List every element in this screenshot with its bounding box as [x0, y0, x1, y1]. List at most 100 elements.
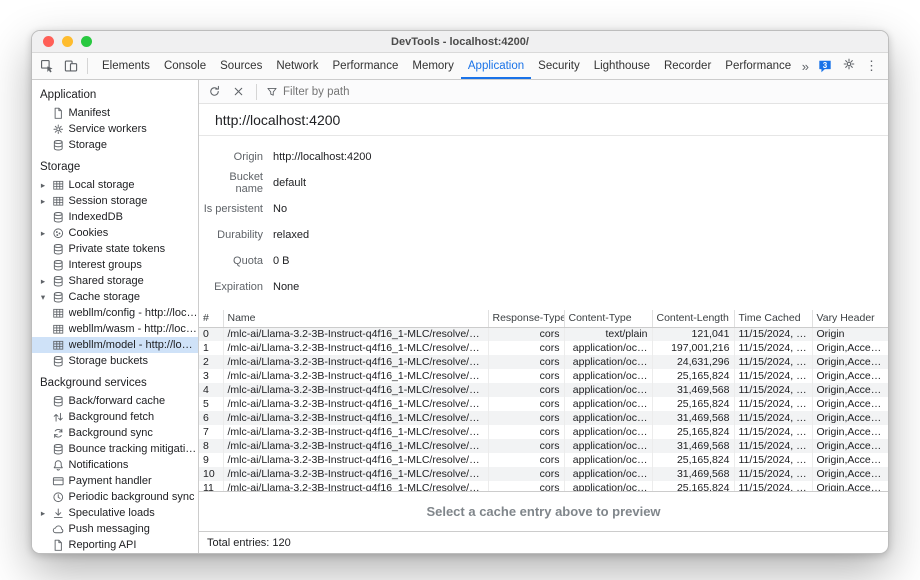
filter-by-path-input[interactable]: [283, 86, 503, 98]
zoom-window-button[interactable]: [81, 36, 92, 47]
sidebar-item-reporting-api[interactable]: Reporting API: [32, 537, 198, 553]
cell-index[interactable]: 11: [199, 481, 223, 492]
cell-vary-header[interactable]: Origin,Access…: [812, 425, 888, 439]
cell-response-type[interactable]: cors: [488, 397, 564, 411]
cell-response-type[interactable]: cors: [488, 383, 564, 397]
sidebar-item-webllm-config[interactable]: webllm/config - http://loc…: [32, 305, 198, 321]
cell-response-type[interactable]: cors: [488, 425, 564, 439]
cell-response-type[interactable]: cors: [488, 327, 564, 341]
cell-response-type[interactable]: cors: [488, 341, 564, 355]
kebab-menu-icon[interactable]: ⋮: [865, 58, 878, 74]
cell-content-type[interactable]: application/oc…: [564, 439, 652, 453]
cell-time-cached[interactable]: 11/15/2024, 10…: [734, 467, 812, 481]
cell-content-length[interactable]: 197,001,216: [652, 341, 734, 355]
tab-network[interactable]: Network: [269, 53, 325, 79]
sidebar-item-speculative-loads[interactable]: ▸Speculative loads: [32, 505, 198, 521]
sidebar-item-local-storage[interactable]: ▸Local storage: [32, 177, 198, 193]
cell-content-type[interactable]: application/oc…: [564, 411, 652, 425]
column-header-vary-header[interactable]: Vary Header: [812, 310, 888, 327]
table-row[interactable]: 0 /mlc-ai/Llama-3.2-3B-Instruct-q4f16_1-…: [199, 327, 888, 341]
table-row[interactable]: 1 /mlc-ai/Llama-3.2-3B-Instruct-q4f16_1-…: [199, 341, 888, 355]
cell-vary-header[interactable]: Origin,Access…: [812, 383, 888, 397]
tab-recorder[interactable]: Recorder: [657, 53, 718, 79]
column-header-index[interactable]: #: [199, 310, 223, 327]
cell-time-cached[interactable]: 11/15/2024, 10…: [734, 411, 812, 425]
sidebar-item-cookies[interactable]: ▸Cookies: [32, 225, 198, 241]
cell-content-length[interactable]: 31,469,568: [652, 383, 734, 397]
cell-response-type[interactable]: cors: [488, 369, 564, 383]
table-row[interactable]: 6 /mlc-ai/Llama-3.2-3B-Instruct-q4f16_1-…: [199, 411, 888, 425]
cell-vary-header[interactable]: Origin,Access…: [812, 341, 888, 355]
tab-elements[interactable]: Elements: [95, 53, 157, 79]
cell-content-length[interactable]: 25,165,824: [652, 453, 734, 467]
sidebar-item-webllm-model[interactable]: webllm/model - http://loc…: [32, 337, 198, 353]
sidebar-item-bounce-tracking-mitigations[interactable]: Bounce tracking mitigations: [32, 441, 198, 457]
column-header-name[interactable]: Name: [223, 310, 488, 327]
sidebar-item-storage-buckets[interactable]: Storage buckets: [32, 353, 198, 369]
table-row[interactable]: 9 /mlc-ai/Llama-3.2-3B-Instruct-q4f16_1-…: [199, 453, 888, 467]
column-header-response-type[interactable]: Response-Type: [488, 310, 564, 327]
table-row[interactable]: 2 /mlc-ai/Llama-3.2-3B-Instruct-q4f16_1-…: [199, 355, 888, 369]
cell-index[interactable]: 8: [199, 439, 223, 453]
close-window-button[interactable]: [43, 36, 54, 47]
cell-vary-header[interactable]: Origin,Access…: [812, 411, 888, 425]
sidebar-item-service-workers[interactable]: Service workers: [32, 121, 198, 137]
sidebar-item-storage[interactable]: Storage: [32, 137, 198, 153]
cell-time-cached[interactable]: 11/15/2024, 10…: [734, 369, 812, 383]
cell-time-cached[interactable]: 11/15/2024, 10…: [734, 341, 812, 355]
sidebar-item-background-fetch[interactable]: Background fetch: [32, 409, 198, 425]
cell-response-type[interactable]: cors: [488, 481, 564, 492]
cell-vary-header[interactable]: Origin,Access…: [812, 439, 888, 453]
cell-vary-header[interactable]: Origin,Access…: [812, 467, 888, 481]
sidebar-item-back-forward-cache[interactable]: Back/forward cache: [32, 393, 198, 409]
cell-content-type[interactable]: application/oc…: [564, 425, 652, 439]
cell-content-type[interactable]: application/oc…: [564, 467, 652, 481]
sidebar-item-notifications[interactable]: Notifications: [32, 457, 198, 473]
cell-response-type[interactable]: cors: [488, 453, 564, 467]
tab-lighthouse[interactable]: Lighthouse: [587, 53, 657, 79]
cell-name[interactable]: /mlc-ai/Llama-3.2-3B-Instruct-q4f16_1-ML…: [223, 369, 488, 383]
cell-content-length[interactable]: 25,165,824: [652, 369, 734, 383]
disclosure-arrow-icon[interactable]: ▸: [38, 197, 48, 206]
table-row[interactable]: 10 /mlc-ai/Llama-3.2-3B-Instruct-q4f16_1…: [199, 467, 888, 481]
cell-content-length[interactable]: 25,165,824: [652, 397, 734, 411]
cell-time-cached[interactable]: 11/15/2024, 10…: [734, 397, 812, 411]
sidebar-item-session-storage[interactable]: ▸Session storage: [32, 193, 198, 209]
cell-response-type[interactable]: cors: [488, 411, 564, 425]
inspect-element-icon[interactable]: [36, 56, 58, 76]
disclosure-arrow-icon[interactable]: ▸: [38, 509, 48, 518]
sidebar-item-shared-storage[interactable]: ▸Shared storage: [32, 273, 198, 289]
cell-name[interactable]: /mlc-ai/Llama-3.2-3B-Instruct-q4f16_1-ML…: [223, 383, 488, 397]
cell-index[interactable]: 6: [199, 411, 223, 425]
cell-index[interactable]: 10: [199, 467, 223, 481]
cell-name[interactable]: /mlc-ai/Llama-3.2-3B-Instruct-q4f16_1-ML…: [223, 481, 488, 492]
cell-content-length[interactable]: 25,165,824: [652, 481, 734, 492]
cell-time-cached[interactable]: 11/15/2024, 10…: [734, 383, 812, 397]
cell-name[interactable]: /mlc-ai/Llama-3.2-3B-Instruct-q4f16_1-ML…: [223, 453, 488, 467]
tab-performance-insights[interactable]: Performance insights: [718, 53, 791, 79]
cell-content-length[interactable]: 31,469,568: [652, 467, 734, 481]
tab-console[interactable]: Console: [157, 53, 213, 79]
sidebar-item-private-state-tokens[interactable]: Private state tokens: [32, 241, 198, 257]
cell-content-type[interactable]: application/oc…: [564, 341, 652, 355]
cell-vary-header[interactable]: Origin,Access…: [812, 355, 888, 369]
tab-application[interactable]: Application: [461, 53, 531, 79]
delete-selected-icon[interactable]: [229, 83, 247, 101]
cell-index[interactable]: 9: [199, 453, 223, 467]
cell-content-length[interactable]: 24,631,296: [652, 355, 734, 369]
cell-name[interactable]: /mlc-ai/Llama-3.2-3B-Instruct-q4f16_1-ML…: [223, 439, 488, 453]
cell-index[interactable]: 5: [199, 397, 223, 411]
cell-time-cached[interactable]: 11/15/2024, 10…: [734, 439, 812, 453]
column-header-content-type[interactable]: Content-Type: [564, 310, 652, 327]
disclosure-arrow-icon[interactable]: ▸: [38, 229, 48, 238]
cell-response-type[interactable]: cors: [488, 355, 564, 369]
cell-vary-header[interactable]: Origin: [812, 327, 888, 341]
table-row[interactable]: 7 /mlc-ai/Llama-3.2-3B-Instruct-q4f16_1-…: [199, 425, 888, 439]
issues-counter[interactable]: 3: [817, 59, 833, 73]
cell-name[interactable]: /mlc-ai/Llama-3.2-3B-Instruct-q4f16_1-ML…: [223, 397, 488, 411]
cell-time-cached[interactable]: 11/15/2024, 10…: [734, 327, 812, 341]
table-row[interactable]: 8 /mlc-ai/Llama-3.2-3B-Instruct-q4f16_1-…: [199, 439, 888, 453]
cell-name[interactable]: /mlc-ai/Llama-3.2-3B-Instruct-q4f16_1-ML…: [223, 467, 488, 481]
cell-content-type[interactable]: application/oc…: [564, 383, 652, 397]
disclosure-arrow-icon[interactable]: ▸: [38, 181, 48, 190]
